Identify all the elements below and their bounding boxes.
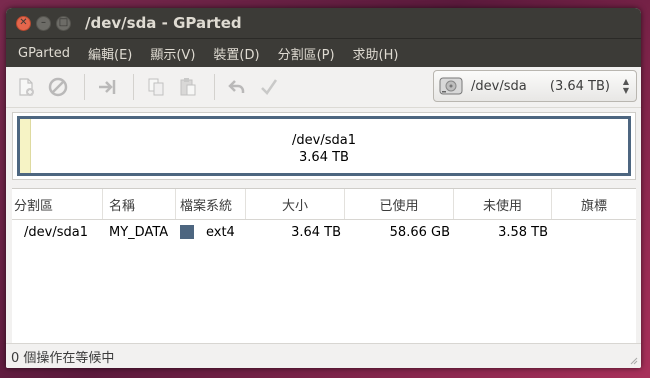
menu-edit[interactable]: 編輯(E) xyxy=(82,44,138,63)
window-title: /dev/sda - GParted xyxy=(85,14,242,32)
maximize-icon: □ xyxy=(58,17,69,28)
partition-map-name: /dev/sda1 xyxy=(292,133,356,148)
new-partition-icon xyxy=(19,78,34,96)
copy-button[interactable] xyxy=(142,73,170,101)
toolbar-separator xyxy=(84,74,85,100)
menu-bar: GParted 編輯(E) 顯示(V) 裝置(D) 分割區(P) 求助(H) xyxy=(6,39,641,67)
column-header-unused[interactable]: 未使用 xyxy=(454,189,552,219)
cell-used: 58.66 GB xyxy=(389,224,450,240)
minimize-window-button[interactable]: – xyxy=(36,15,51,31)
resize-move-button[interactable] xyxy=(93,73,121,101)
menu-gparted[interactable]: GParted xyxy=(12,46,76,61)
new-partition-button[interactable] xyxy=(12,73,40,101)
paste-icon xyxy=(180,78,196,96)
copy-icon xyxy=(148,78,164,96)
menu-partition[interactable]: 分割區(P) xyxy=(272,44,341,63)
partition-table: 分割區 名稱 檔案系統 大小 已使用 未使用 旗標 /dev/sda1 MY_D… xyxy=(12,188,636,345)
menu-view[interactable]: 顯示(V) xyxy=(144,44,201,63)
delete-partition-button[interactable] xyxy=(44,73,72,101)
pending-operations-status: 0 個操作在等候中 xyxy=(11,350,115,366)
combo-arrows-icon: ▲ ▼ xyxy=(622,77,630,95)
apply-button[interactable] xyxy=(255,73,283,101)
toolbar-separator xyxy=(214,74,215,100)
toolbar: /dev/sda (3.64 TB) ▲ ▼ xyxy=(6,67,641,108)
maximize-window-button[interactable]: □ xyxy=(56,15,71,31)
table-header: 分割區 名稱 檔案系統 大小 已使用 未使用 旗標 xyxy=(12,189,636,220)
undo-icon xyxy=(228,80,245,93)
column-header-flags[interactable]: 旗標 xyxy=(552,189,636,219)
hard-disk-icon xyxy=(439,77,463,95)
paste-button[interactable] xyxy=(174,73,202,101)
partition-map-size: 3.64 TB xyxy=(299,150,349,165)
cell-name: MY_DATA xyxy=(109,224,169,240)
column-header-used[interactable]: 已使用 xyxy=(345,189,454,219)
cell-flags xyxy=(552,220,636,244)
table-row[interactable]: /dev/sda1 MY_DATA ext4 3.64 TB 58.66 GB … xyxy=(12,220,636,244)
apply-icon xyxy=(261,79,278,95)
status-bar: 0 個操作在等候中 xyxy=(6,343,641,368)
close-icon: ✕ xyxy=(19,17,28,28)
undo-button[interactable] xyxy=(223,73,251,101)
toolbar-separator xyxy=(133,74,134,100)
resize-move-icon xyxy=(99,80,116,94)
partition-block-sda1[interactable]: /dev/sda1 3.64 TB xyxy=(17,116,631,176)
resize-grip-icon[interactable] xyxy=(628,355,638,365)
cell-size: 3.64 TB xyxy=(291,224,341,240)
delete-icon xyxy=(48,77,68,97)
cell-unused: 3.58 TB xyxy=(498,224,548,240)
device-size: (3.64 TB) xyxy=(549,78,610,94)
column-header-name[interactable]: 名稱 xyxy=(103,189,176,219)
gparted-window: ✕ – □ /dev/sda - GParted GParted 編輯(E) 顯… xyxy=(6,8,641,368)
device-name: /dev/sda xyxy=(471,78,527,94)
menu-device[interactable]: 裝置(D) xyxy=(207,44,265,63)
cell-filesystem: ext4 xyxy=(176,220,246,244)
partition-map-label: /dev/sda1 3.64 TB xyxy=(20,132,628,166)
column-header-partition[interactable]: 分割區 xyxy=(12,189,103,219)
cell-partition: /dev/sda1 xyxy=(24,224,88,240)
close-window-button[interactable]: ✕ xyxy=(16,15,31,31)
title-bar: ✕ – □ /dev/sda - GParted xyxy=(6,8,641,39)
filesystem-color-swatch xyxy=(180,225,194,239)
cell-filesystem-label: ext4 xyxy=(206,224,235,240)
minimize-icon: – xyxy=(41,17,46,28)
menu-help[interactable]: 求助(H) xyxy=(347,44,405,63)
column-header-size[interactable]: 大小 xyxy=(246,189,345,219)
device-selector[interactable]: /dev/sda (3.64 TB) ▲ ▼ xyxy=(433,70,637,102)
column-header-filesystem[interactable]: 檔案系統 xyxy=(176,189,246,219)
partition-map: /dev/sda1 3.64 TB xyxy=(12,112,636,180)
